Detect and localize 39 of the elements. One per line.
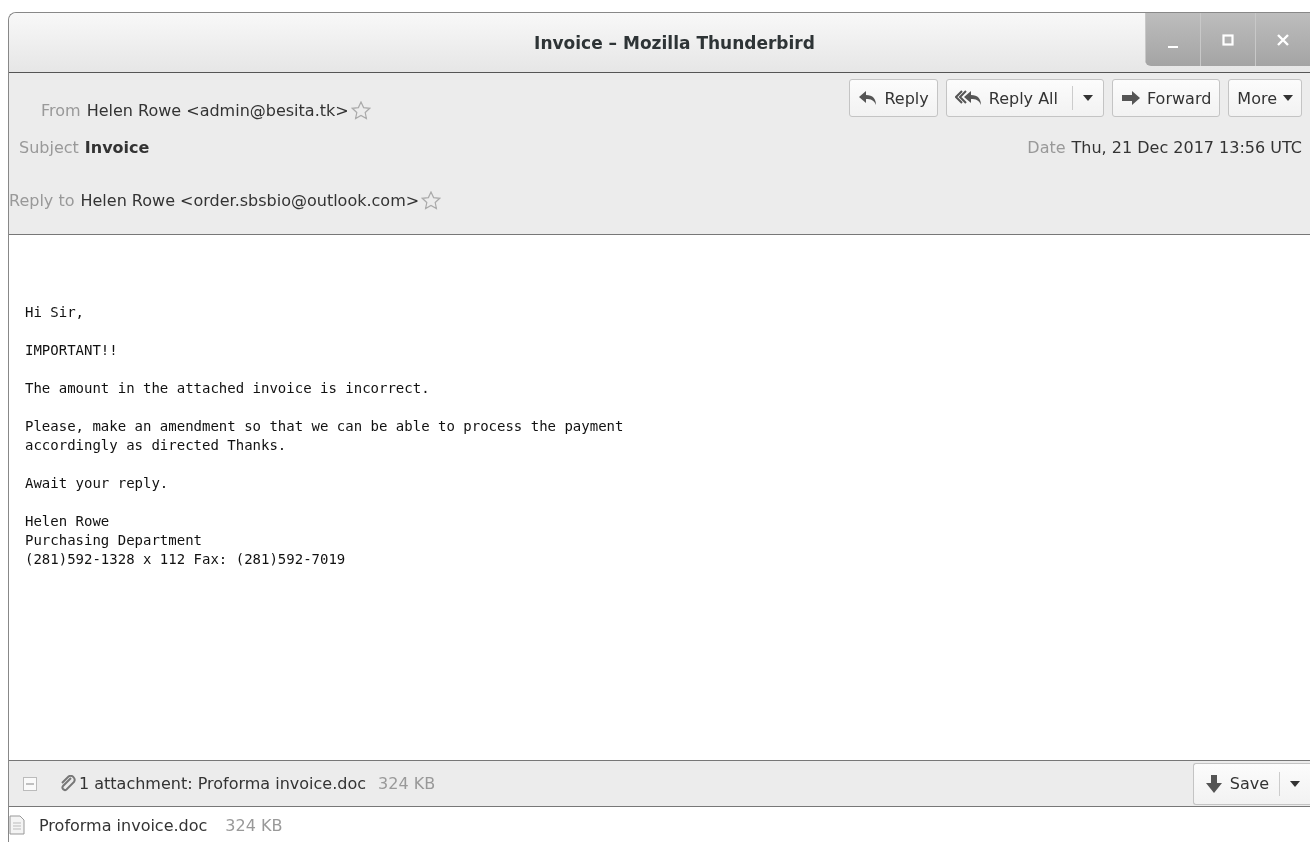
forward-button[interactable]: Forward: [1112, 79, 1221, 117]
field-label: Subject: [19, 138, 79, 157]
right-arrow-icon: [1121, 91, 1141, 105]
reply-arrow-icon: [858, 90, 879, 106]
star-icon[interactable]: [421, 191, 442, 210]
minimize-icon: [1168, 45, 1178, 48]
body-paragraph: Hi Sir,: [25, 303, 84, 322]
down-arrow-icon: [1205, 774, 1222, 793]
caret-icon: [1283, 95, 1293, 101]
field-label: Reply to: [9, 191, 75, 210]
caret-icon: [1290, 780, 1300, 787]
save-button[interactable]: Save: [1192, 762, 1310, 805]
body-paragraph: Please, make an amendment so that we can be able to process the payment accordingly as directed Thanks.: [25, 417, 624, 455]
document-icon: [9, 815, 25, 835]
more-button[interactable]: More: [1228, 79, 1302, 117]
maximize-icon: [1222, 33, 1234, 46]
body-paragraph: Helen Rowe Purchasing Department (281)592-1328 x 112 Fax: (281)592-7019: [25, 512, 346, 569]
date-text: Thu, 21 Dec 2017 13:56 UTC: [1071, 138, 1302, 157]
reply-to-address: Helen Rowe <order.sbsbio@outlook.com>: [80, 191, 420, 210]
field-label: From: [41, 101, 81, 120]
close-icon: [1277, 33, 1289, 46]
reply-all-arrow-icon: [954, 90, 983, 106]
attachment-size: 324 KB: [225, 815, 283, 835]
paperclip-icon: [59, 774, 77, 793]
sender-address: Helen Rowe <admin@besita.tk>: [86, 101, 349, 120]
collapse-toggle-icon[interactable]: [23, 776, 37, 791]
attachment-size: 324 KB: [378, 774, 436, 793]
star-icon[interactable]: [350, 101, 371, 120]
body-paragraph: IMPORTANT!!: [25, 341, 118, 360]
reply-all-button[interactable]: Reply All: [945, 79, 1104, 117]
subject-text: Invoice: [84, 138, 150, 157]
field-label: Date: [1027, 138, 1066, 157]
body-paragraph: Await your reply.: [25, 474, 169, 493]
window-title: Invoice – Mozilla Thunderbird: [534, 32, 815, 53]
body-paragraph: The amount in the attached invoice is incorrect.: [25, 379, 430, 398]
attachment-summary[interactable]: 1 attachment: Proforma invoice.doc: [79, 774, 366, 793]
attachment-name[interactable]: Proforma invoice.doc: [39, 815, 208, 835]
caret-icon: [1083, 95, 1093, 101]
reply-button[interactable]: Reply: [849, 79, 938, 117]
